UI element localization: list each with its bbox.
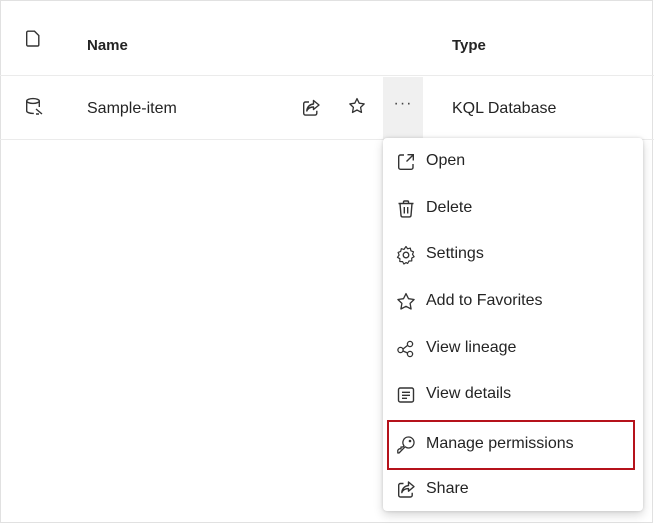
table-header: Name Type [0,0,654,76]
menu-item-view-lineage[interactable]: View lineage [383,326,643,372]
item-type: KQL Database [452,100,557,117]
file-icon [26,30,40,47]
lineage-icon [396,339,416,359]
menu-item-settings[interactable]: Settings [383,232,643,278]
menu-item-label: Add to Favorites [426,292,543,309]
menu-item-label: Share [426,480,469,497]
star-icon[interactable] [348,97,366,115]
item-name[interactable]: Sample-item [87,100,177,118]
menu-item-delete[interactable]: Delete [383,186,643,232]
more-options-button[interactable]: ··· [383,77,423,139]
menu-item-label: Settings [426,245,484,262]
column-header-type[interactable]: Type [452,37,486,54]
open-external-icon [396,152,416,172]
context-menu: Open Delete Settings Add to Favorites Vi… [383,138,643,511]
menu-item-open[interactable]: Open [383,139,643,185]
menu-item-share[interactable]: Share [383,467,643,513]
star-icon [396,292,416,312]
highlight-box [387,420,635,470]
column-header-name[interactable]: Name [87,37,128,54]
menu-item-view-details[interactable]: View details [383,372,643,418]
share-icon [396,480,416,500]
menu-item-label: View lineage [426,339,517,356]
more-options-icon: ··· [393,95,413,112]
details-icon [396,385,416,405]
gear-icon [396,245,416,265]
menu-item-label: Delete [426,199,473,216]
trash-icon [396,199,416,219]
menu-item-label: View details [426,385,512,402]
menu-item-add-to-favorites[interactable]: Add to Favorites [383,279,643,325]
table-row[interactable]: Sample-item KQL Database [0,76,654,140]
share-icon[interactable] [302,99,321,117]
database-icon [25,97,45,117]
menu-item-label: Open [426,152,466,169]
